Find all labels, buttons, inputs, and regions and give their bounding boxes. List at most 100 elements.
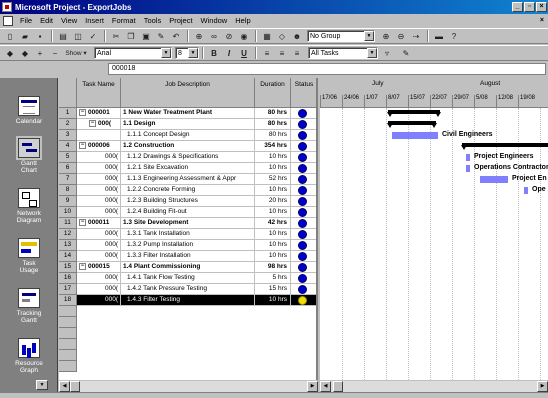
status-cell[interactable] — [291, 240, 316, 251]
empty-row[interactable] — [59, 339, 316, 350]
empty-row[interactable] — [59, 350, 316, 361]
menu-insert[interactable]: Insert — [81, 16, 108, 25]
view-gantt-chart-button[interactable]: Gantt Chart — [0, 138, 58, 174]
task-bar[interactable] — [524, 187, 528, 194]
row-id-cell[interactable] — [59, 339, 77, 350]
empty-row[interactable] — [59, 361, 316, 372]
row-id-cell[interactable]: 10 — [59, 207, 77, 218]
row-id-cell[interactable]: 6 — [59, 163, 77, 174]
table-row[interactable]: 2−000(1.1 Design 80 hrs — [59, 119, 316, 130]
task-name-cell[interactable]: 000( — [77, 251, 121, 262]
align-left-icon[interactable]: ≡ — [260, 47, 274, 60]
job-description-cell[interactable]: 1.2 Construction — [121, 141, 255, 152]
task-bar[interactable] — [466, 165, 470, 172]
menu-project[interactable]: Project — [165, 16, 196, 25]
job-description-cell[interactable]: 1.3.3 Filter Installation — [121, 251, 255, 262]
job-description-cell[interactable]: 1.2.2 Concrete Forming — [121, 185, 255, 196]
zoom-in-icon[interactable]: ⊕ — [379, 30, 393, 43]
table-row[interactable]: 1−000001 1 New Water Treatment Plant 80 hr… — [59, 108, 316, 119]
status-cell[interactable] — [291, 207, 316, 218]
job-description-cell[interactable]: 1.4.3 Filter Testing — [121, 295, 255, 306]
status-cell[interactable] — [291, 174, 316, 185]
table-row[interactable]: 13 000(1.3.2 Pump Installation 10 hrs — [59, 240, 316, 251]
table-row[interactable]: 16 000(1.4.1 Tank Flow Testing 5 hrs — [59, 273, 316, 284]
row-id-cell[interactable] — [59, 361, 77, 372]
duration-cell[interactable]: 80 hrs — [255, 119, 291, 130]
task-bar[interactable] — [392, 132, 438, 139]
copy-picture-icon[interactable]: ▬ — [432, 30, 446, 43]
task-name-cell[interactable]: 000( — [77, 240, 121, 251]
task-name-cell[interactable]: −000( — [77, 119, 121, 130]
view-task-usage-button[interactable]: Task Usage — [0, 238, 58, 274]
status-cell[interactable] — [291, 185, 316, 196]
row-id-cell[interactable]: 2 — [59, 119, 77, 130]
job-description-cell[interactable]: 1.1 Design — [121, 119, 255, 130]
duration-cell[interactable]: 10 hrs — [255, 185, 291, 196]
task-notes-icon[interactable]: ◇ — [275, 30, 289, 43]
font-size-select[interactable]: 8 ▼ — [175, 47, 199, 59]
view-tracking-gantt-button[interactable]: Tracking Gantt — [0, 288, 58, 324]
empty-row[interactable] — [59, 306, 316, 317]
status-cell[interactable] — [291, 273, 316, 284]
save-icon[interactable]: ▪ — [33, 30, 47, 43]
collapse-icon[interactable]: − — [79, 141, 86, 149]
row-id-cell[interactable]: 7 — [59, 174, 77, 185]
task-bar[interactable] — [466, 154, 470, 161]
align-center-icon[interactable]: ≡ — [275, 47, 289, 60]
duration-cell[interactable]: 10 hrs — [255, 240, 291, 251]
document-icon[interactable] — [3, 15, 13, 26]
duration-cell[interactable]: 5 hrs — [255, 273, 291, 284]
status-cell[interactable] — [291, 141, 316, 152]
duration-cell[interactable]: 15 hrs — [255, 284, 291, 295]
spelling-icon[interactable]: ✓ — [86, 30, 100, 43]
job-description-cell[interactable]: 1.4.1 Tank Flow Testing — [121, 273, 255, 284]
maximize-button[interactable]: ▫ — [524, 2, 535, 12]
menu-file[interactable]: File — [16, 16, 36, 25]
menu-help[interactable]: Help — [231, 16, 254, 25]
autofilter-icon[interactable]: ▿ — [378, 47, 396, 60]
duration-cell[interactable]: 10 hrs — [255, 229, 291, 240]
menu-window[interactable]: Window — [197, 16, 232, 25]
task-name-cell[interactable]: 000( — [77, 207, 121, 218]
row-id-cell[interactable] — [59, 328, 77, 339]
task-name-cell[interactable]: −000011 — [77, 218, 121, 229]
print-preview-icon[interactable]: ◫ — [71, 30, 85, 43]
job-description-cell[interactable]: 1.1.1 Concept Design — [121, 130, 255, 141]
task-bar[interactable] — [480, 176, 508, 183]
group-select[interactable]: No Group ▼ — [307, 30, 375, 42]
table-row[interactable]: 9 000(1.2.3 Building Structures 20 hrs — [59, 196, 316, 207]
row-id-cell[interactable]: 4 — [59, 141, 77, 152]
row-id-cell[interactable]: 8 — [59, 185, 77, 196]
status-cell[interactable] — [291, 284, 316, 295]
job-description-cell[interactable]: 1.2.4 Building Fit-out — [121, 207, 255, 218]
status-cell[interactable] — [291, 196, 316, 207]
print-icon[interactable]: ▤ — [56, 30, 70, 43]
task-name-cell[interactable]: 000( — [77, 163, 121, 174]
row-id-cell[interactable] — [59, 317, 77, 328]
zoom-out-icon[interactable]: ⊖ — [394, 30, 408, 43]
row-id-cell[interactable]: 12 — [59, 229, 77, 240]
row-id-cell[interactable]: 14 — [59, 251, 77, 262]
status-cell[interactable] — [291, 251, 316, 262]
job-description-cell[interactable]: 1.1.3 Engineering Assessment & Appr — [121, 174, 255, 185]
empty-row[interactable] — [59, 328, 316, 339]
status-cell[interactable] — [291, 262, 316, 273]
summary-bar[interactable] — [461, 143, 548, 150]
scroll-right-icon[interactable]: ▶ — [537, 380, 548, 392]
gantt-scroll-track[interactable] — [331, 380, 537, 392]
table-row[interactable]: 5 000(1.1.2 Drawings & Specifications 10 h… — [59, 152, 316, 163]
view-resource-graph-button[interactable]: Resource Graph — [0, 338, 58, 374]
split-task-icon[interactable]: ◉ — [237, 30, 251, 43]
duration-cell[interactable]: 80 hrs — [255, 130, 291, 141]
row-id-cell[interactable]: 15 — [59, 262, 77, 273]
duration-cell[interactable]: 10 hrs — [255, 163, 291, 174]
collapse-icon[interactable]: − — [79, 108, 86, 116]
collapse-icon[interactable]: − — [79, 262, 86, 270]
duration-cell[interactable]: 52 hrs — [255, 174, 291, 185]
column-header-task-name[interactable]: Task Name — [77, 78, 121, 108]
help-icon[interactable]: ? — [447, 30, 461, 43]
row-id-cell[interactable] — [59, 306, 77, 317]
row-id-cell[interactable]: 17 — [59, 284, 77, 295]
status-cell[interactable] — [291, 130, 316, 141]
task-info-icon[interactable]: ▦ — [260, 30, 274, 43]
